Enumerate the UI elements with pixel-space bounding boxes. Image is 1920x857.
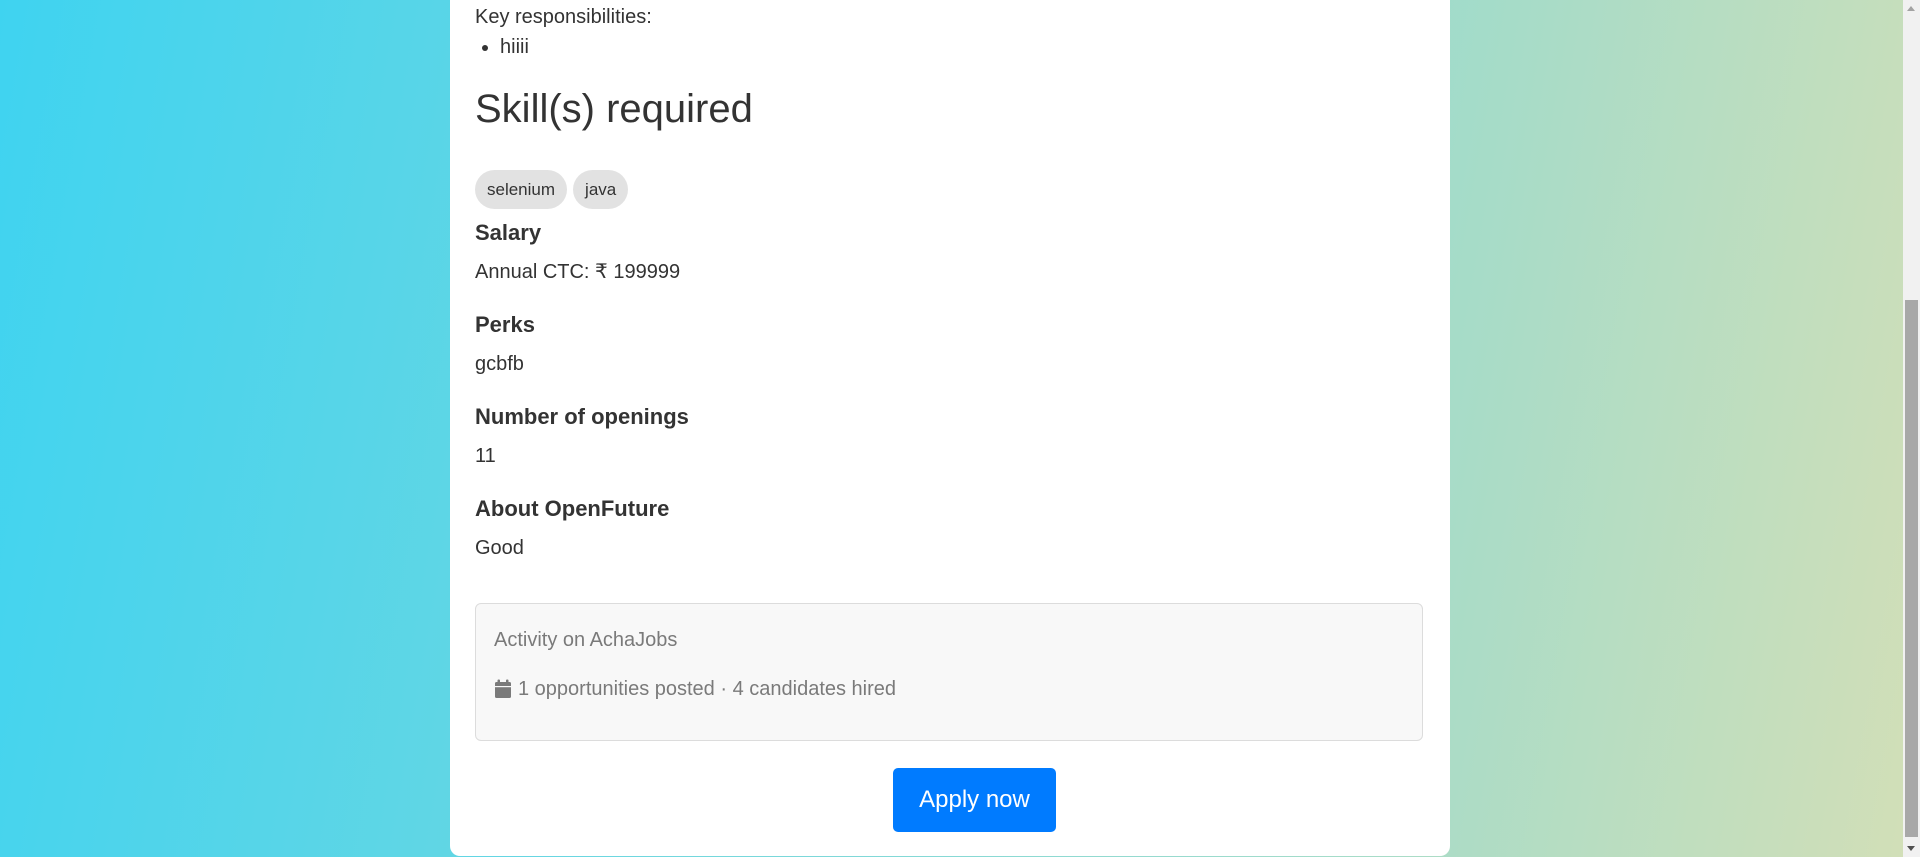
openings-value: 11 (475, 445, 496, 467)
job-detail-card: Key responsibilities: hiiii Skill(s) req… (450, 0, 1450, 856)
activity-stats: 1 opportunities posted · 4 candidates hi… (494, 677, 896, 701)
salary-value: Annual CTC: ₹ 199999 (475, 261, 681, 283)
activity-box: Activity on AchaJobs 1 opportunities pos… (475, 603, 1423, 741)
activity-title: Activity on AchaJobs (494, 629, 678, 651)
skills-heading: Skill(s) required (475, 87, 753, 131)
activity-stats-text: 1 opportunities posted · 4 candidates hi… (518, 678, 897, 700)
about-company-value: Good (475, 537, 524, 559)
responsibilities-list: hiiii (475, 35, 529, 59)
responsibilities-label: Key responsibilities: (475, 6, 652, 28)
skill-chip: java (573, 170, 629, 209)
skill-chip: selenium (475, 170, 568, 209)
skills-list: selenium java (475, 170, 629, 209)
scrollbar-thumb[interactable] (1905, 300, 1918, 837)
apply-now-button[interactable]: Apply now (893, 768, 1056, 832)
scroll-down-arrow-icon[interactable] (1907, 846, 1915, 851)
perks-value: gcbfb (475, 353, 524, 375)
salary-heading: Salary (475, 220, 542, 245)
scroll-up-arrow-icon[interactable] (1907, 6, 1915, 11)
perks-heading: Perks (475, 312, 535, 337)
responsibility-item: hiiii (500, 35, 529, 59)
calendar-icon (494, 679, 512, 699)
vertical-scrollbar[interactable] (1903, 0, 1920, 857)
about-company-heading: About OpenFuture (475, 496, 670, 521)
openings-heading: Number of openings (475, 404, 689, 429)
